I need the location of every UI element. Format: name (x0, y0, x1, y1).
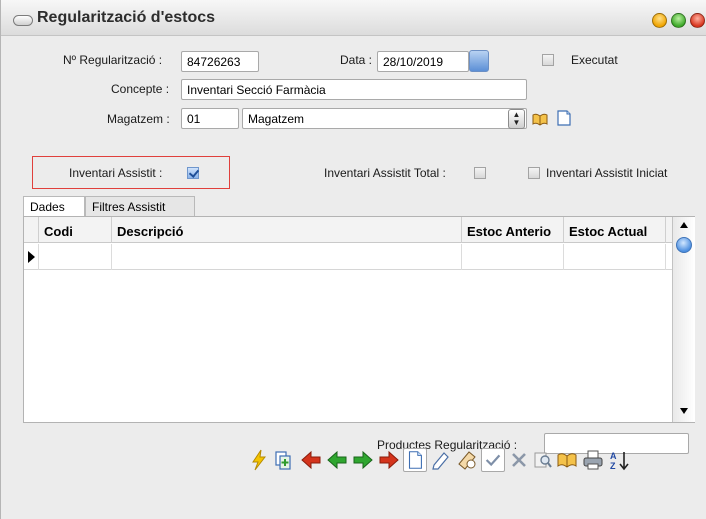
column-header-estoc-anterior[interactable]: Estoc Anterio (462, 217, 564, 243)
executat-label: Executat (571, 53, 618, 67)
scroll-up-icon[interactable] (680, 222, 688, 228)
inventari-assistit-total-checkbox[interactable] (474, 167, 486, 179)
previous-record-icon[interactable] (325, 448, 349, 472)
num-regularitzacio-field[interactable]: 84726263 (181, 51, 259, 72)
delete-icon[interactable] (507, 448, 531, 472)
maximize-button[interactable] (671, 13, 686, 28)
executat-checkbox[interactable] (542, 54, 554, 66)
cancel-edit-icon[interactable] (455, 448, 479, 472)
open-book-icon[interactable] (531, 110, 549, 128)
table-row[interactable] (24, 244, 672, 270)
last-record-icon[interactable] (377, 448, 401, 472)
accept-icon[interactable] (481, 448, 505, 472)
row-indicator-header (24, 217, 39, 243)
date-field[interactable]: 28/10/2019 (377, 51, 469, 72)
svg-text:Z: Z (610, 461, 616, 471)
new-record-icon[interactable] (403, 448, 427, 472)
magatzem-code-field[interactable]: 01 (181, 108, 239, 129)
search-icon[interactable] (531, 448, 555, 472)
data-label: Data : (340, 53, 373, 67)
date-picker-button[interactable] (469, 50, 489, 72)
edit-icon[interactable] (429, 448, 453, 472)
scroll-down-icon[interactable] (680, 408, 688, 414)
inventari-assistit-label: Inventari Assistit : (69, 166, 163, 180)
title-bar: Regularització d'estocs (1, 0, 706, 36)
concepte-label: Concepte : (111, 82, 170, 96)
cell-estoc-anterior[interactable] (462, 244, 564, 270)
window-toggle-icon[interactable] (13, 15, 33, 26)
lookup-icon[interactable] (555, 448, 579, 472)
tab-filtres-assistit[interactable]: Filtres Assistit (85, 196, 195, 216)
copy-icon[interactable] (271, 448, 295, 472)
scroll-thumb[interactable] (676, 237, 692, 253)
window: Regularització d'estocs Nº Regularitzaci… (0, 0, 706, 519)
num-regularitzacio-label: Nº Regularització : (63, 53, 163, 67)
inventari-assistit-checkbox[interactable] (187, 167, 199, 179)
minimize-button[interactable] (652, 13, 667, 28)
close-button[interactable] (690, 13, 705, 28)
row-pointer-icon (28, 251, 35, 263)
inventari-assistit-iniciat-checkbox[interactable] (528, 167, 540, 179)
lightning-icon[interactable] (247, 448, 271, 472)
sort-icon[interactable]: A Z (607, 448, 631, 472)
inventari-assistit-total-label: Inventari Assistit Total : (324, 166, 446, 180)
inventari-assistit-iniciat-label: Inventari Assistit Iniciat (546, 166, 668, 180)
column-header-descripcio[interactable]: Descripció (112, 217, 462, 243)
column-header-estoc-actual[interactable]: Estoc Actual (564, 217, 666, 243)
tab-dades[interactable]: Dades (23, 196, 85, 217)
concepte-field[interactable]: Inventari Secció Farmàcia (181, 79, 527, 100)
new-document-icon[interactable] (555, 109, 573, 127)
select-arrows-icon[interactable]: ▲ ▼ (508, 109, 525, 129)
items-grid: Codi Descripció Estoc Anterio Estoc Actu… (23, 216, 695, 423)
first-record-icon[interactable] (299, 448, 323, 472)
cell-descripcio[interactable] (112, 244, 462, 270)
grid-header: Codi Descripció Estoc Anterio Estoc Actu… (24, 217, 672, 243)
vertical-scrollbar[interactable] (672, 217, 695, 422)
svg-text:A: A (610, 451, 617, 461)
window-title: Regularització d'estocs (37, 9, 216, 26)
column-header-codi[interactable]: Codi (39, 217, 112, 243)
magatzem-label: Magatzem : (107, 112, 170, 126)
print-icon[interactable] (581, 448, 605, 472)
row-indicator (24, 244, 39, 270)
cell-codi[interactable] (39, 244, 112, 270)
cell-estoc-actual[interactable] (564, 244, 666, 270)
magatzem-select[interactable]: Magatzem (242, 108, 527, 129)
next-record-icon[interactable] (351, 448, 375, 472)
